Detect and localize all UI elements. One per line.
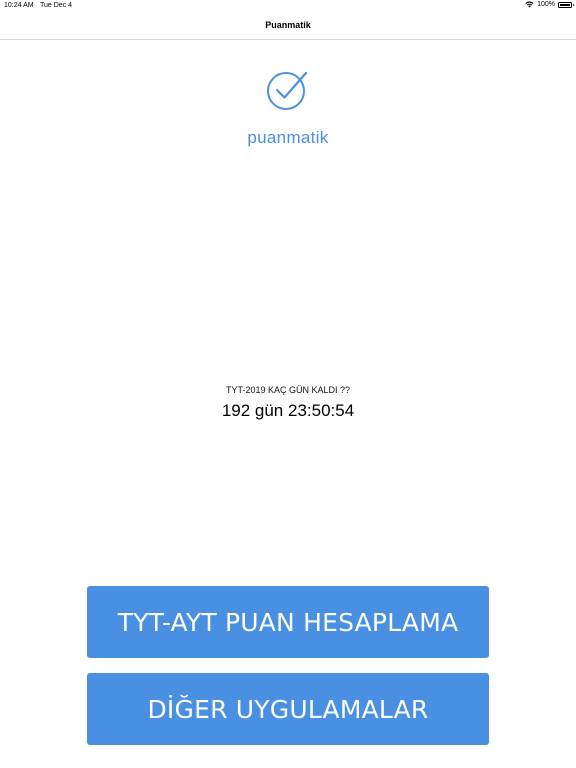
app-screen: 10:24 AM Tue Dec 4 100% Puanmatik puanma… (0, 0, 576, 768)
status-time: 10:24 AM (4, 2, 34, 9)
check-circle-icon (267, 71, 308, 110)
wifi-icon (525, 1, 534, 8)
navigation-bar: Puanmatik (0, 12, 576, 40)
status-indicators: 100% (525, 1, 574, 8)
nav-title: Puanmatik (265, 20, 311, 30)
score-calculation-button[interactable]: TYT-AYT PUAN HESAPLAMA (87, 586, 489, 658)
other-apps-button[interactable]: DİĞER UYGULAMALAR (87, 673, 489, 745)
battery-level (560, 3, 570, 6)
brand-name: puanmatik (247, 128, 329, 147)
status-date: Tue Dec 4 (40, 2, 73, 9)
battery-percentage: 100% (537, 1, 555, 8)
battery-icon (558, 1, 574, 8)
countdown-value: 192 gün 23:50:54 (221, 401, 355, 420)
countdown-label: TYT-2019 KAÇ GÜN KALDI ?? (225, 385, 351, 395)
status-bar: 10:24 AM Tue Dec 4 100% (0, 0, 576, 12)
